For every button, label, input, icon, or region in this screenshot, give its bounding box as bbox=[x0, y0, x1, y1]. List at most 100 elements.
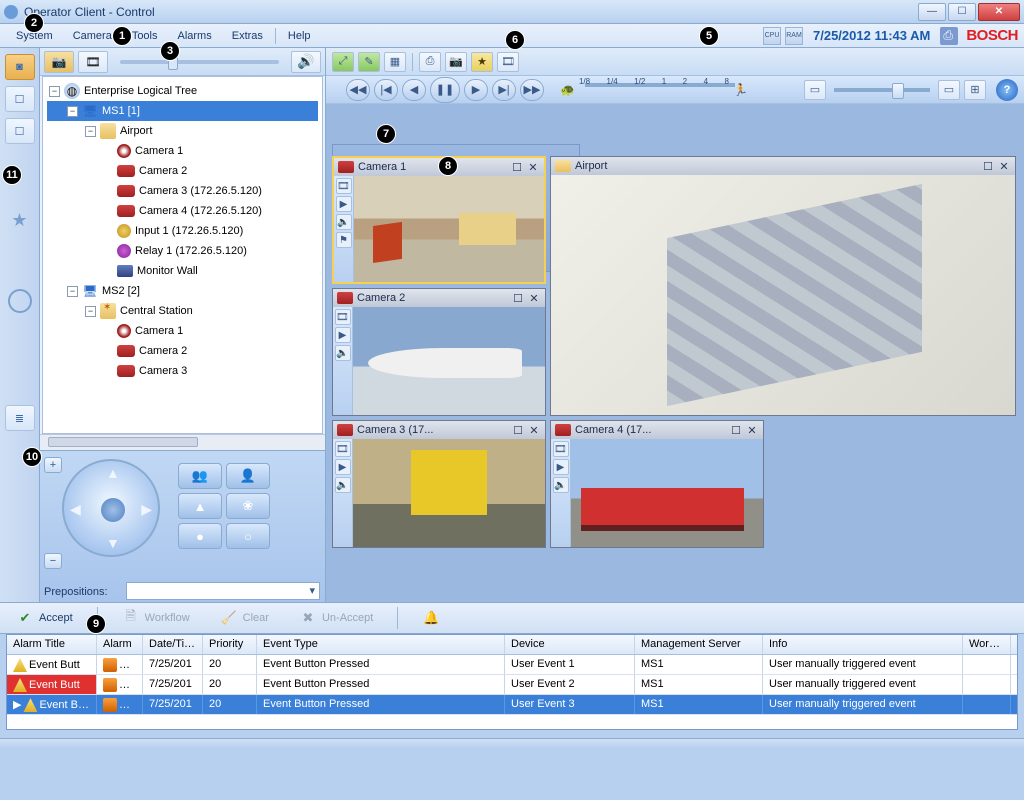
ptz-iris-open-icon[interactable]: ▲ bbox=[178, 493, 222, 519]
favorite-add-icon[interactable]: ★ bbox=[471, 52, 493, 72]
alarm-row-selected[interactable]: ▶Event Butt Acti 7/25/201 20 Event Butto… bbox=[7, 695, 1017, 715]
ptz-zoom-in[interactable]: + bbox=[44, 457, 62, 473]
tree-ms2-cam3[interactable]: Camera 3 bbox=[47, 361, 318, 381]
ptz-aux-icon[interactable]: ○ bbox=[226, 523, 270, 549]
pane-dock-icon[interactable]: ☐ bbox=[729, 424, 743, 437]
layout-slider[interactable] bbox=[834, 88, 930, 92]
ffwd-button[interactable]: ▶▶ bbox=[520, 79, 544, 101]
ptz-farfocus-icon[interactable]: 👤 bbox=[226, 463, 270, 489]
prepositions-combo[interactable] bbox=[126, 582, 320, 600]
audio-icon[interactable]: 🔈 bbox=[336, 214, 352, 230]
tree-cam2[interactable]: Camera 2 bbox=[47, 161, 318, 181]
print-layout-icon[interactable]: ⎙ bbox=[419, 52, 441, 72]
play-pause-button[interactable]: ❚❚ bbox=[430, 77, 460, 103]
layout-large-icon[interactable]: ▭ bbox=[938, 80, 960, 100]
tree-relay1[interactable]: Relay 1 (172.26.5.120) bbox=[47, 241, 318, 261]
sequence-icon[interactable]: 🎞 bbox=[497, 52, 519, 72]
collapse-icon[interactable]: − bbox=[67, 286, 78, 297]
side-tab-list[interactable]: ≣ bbox=[5, 405, 35, 431]
collapse-icon[interactable]: − bbox=[67, 106, 78, 117]
col-event-type[interactable]: Event Type bbox=[257, 635, 505, 654]
live-icon[interactable]: 🎞 bbox=[336, 178, 352, 194]
pane-dock-icon[interactable]: ☐ bbox=[511, 292, 525, 305]
tree-speaker-icon[interactable]: 🔊 bbox=[291, 51, 321, 73]
pane-dock-icon[interactable]: ☐ bbox=[511, 424, 525, 437]
compass-icon[interactable] bbox=[8, 289, 32, 313]
layout-small-icon[interactable]: ▭ bbox=[804, 80, 826, 100]
tree-cam1[interactable]: Camera 1 bbox=[47, 141, 318, 161]
ptz-zoom-out[interactable]: − bbox=[44, 553, 62, 569]
record-icon[interactable]: ▶ bbox=[335, 327, 351, 343]
minimize-button[interactable] bbox=[918, 3, 946, 21]
rewind-button[interactable]: ◀◀ bbox=[346, 79, 370, 101]
map-image[interactable] bbox=[551, 175, 1015, 415]
alarm-row[interactable]: Event Butt Acti 7/25/201 20 Event Button… bbox=[7, 675, 1017, 695]
tree-volume-slider[interactable] bbox=[120, 60, 279, 64]
pane-dock-icon[interactable]: ☐ bbox=[510, 161, 524, 174]
close-button[interactable] bbox=[978, 3, 1020, 21]
side-tab-favorites[interactable]: ☐ bbox=[5, 86, 35, 112]
pane-close-icon[interactable]: ✕ bbox=[745, 424, 759, 437]
ptz-right-icon[interactable]: ▶ bbox=[141, 501, 152, 518]
ptz-center[interactable] bbox=[101, 498, 125, 522]
alarm-row[interactable]: Event Butt Acti 7/25/201 20 Event Button… bbox=[7, 655, 1017, 675]
col-workflow[interactable]: Workflo bbox=[963, 635, 1011, 654]
back-button[interactable]: ◀ bbox=[402, 79, 426, 101]
forward-button[interactable]: ▶ bbox=[464, 79, 488, 101]
pane-close-icon[interactable]: ✕ bbox=[527, 424, 541, 437]
ptz-iris-close-icon[interactable]: ❀ bbox=[226, 493, 270, 519]
video-pane-camera-4[interactable]: Camera 4 (17... ☐✕ 🎞 ▶ 🔈 bbox=[550, 420, 764, 548]
pane-close-icon[interactable]: ✕ bbox=[997, 160, 1011, 173]
tree-ms2-cam2[interactable]: Camera 2 bbox=[47, 341, 318, 361]
tree-airport[interactable]: − Airport bbox=[47, 121, 318, 141]
edit-icon[interactable]: ✎ bbox=[358, 52, 380, 72]
tree-h-scrollbar[interactable] bbox=[40, 434, 325, 450]
alarm-unaccept-button[interactable]: ✖ Un-Accept bbox=[293, 606, 379, 630]
col-alarm-title[interactable]: Alarm Title bbox=[7, 635, 97, 654]
tree-central[interactable]: − Central Station bbox=[47, 301, 318, 321]
tree-ms2[interactable]: − 🖥 MS2 [2] bbox=[47, 281, 318, 301]
ptz-rec-icon[interactable]: ● bbox=[178, 523, 222, 549]
col-device[interactable]: Device bbox=[505, 635, 635, 654]
favorites-icon[interactable]: ★ bbox=[11, 210, 27, 231]
live-icon[interactable]: 🎞 bbox=[335, 309, 351, 325]
step-fwd-button[interactable]: ▶| bbox=[492, 79, 516, 101]
tree-toolbar-film-icon[interactable]: 🎞 bbox=[78, 51, 108, 73]
grid-icon[interactable]: ▦ bbox=[384, 52, 406, 72]
ptz-nearfocus-icon[interactable]: 👥 bbox=[178, 463, 222, 489]
pane-close-icon[interactable]: ✕ bbox=[526, 161, 540, 174]
menu-help[interactable]: Help bbox=[278, 26, 321, 46]
col-management-server[interactable]: Management Server bbox=[635, 635, 763, 654]
live-icon[interactable]: 🎞 bbox=[335, 441, 351, 457]
snapshot-icon[interactable]: 📷 bbox=[445, 52, 467, 72]
tree-cam4[interactable]: Camera 4 (172.26.5.120) bbox=[47, 201, 318, 221]
record-icon[interactable]: ▶ bbox=[335, 459, 351, 475]
side-tab-tree[interactable]: ◙ bbox=[5, 54, 35, 80]
step-back-button[interactable]: |◀ bbox=[374, 79, 398, 101]
pane-close-icon[interactable]: ✕ bbox=[527, 292, 541, 305]
alarm-workflow-button[interactable]: 🗎 Workflow bbox=[116, 606, 196, 630]
audio-icon[interactable]: 🔈 bbox=[335, 477, 351, 493]
pane-dock-icon[interactable]: ☐ bbox=[981, 160, 995, 173]
alarm-clear-button[interactable]: 🧹 Clear bbox=[214, 606, 275, 630]
ptz-joystick[interactable]: ▲ ▼ ◀ ▶ bbox=[62, 459, 160, 557]
print-icon[interactable] bbox=[940, 27, 958, 45]
map-pane-airport[interactable]: Airport ☐✕ bbox=[550, 156, 1016, 416]
col-priority[interactable]: Priority bbox=[203, 635, 257, 654]
tree-input1[interactable]: Input 1 (172.26.5.120) bbox=[47, 221, 318, 241]
record-icon[interactable]: ▶ bbox=[553, 459, 569, 475]
collapse-icon[interactable]: − bbox=[49, 86, 60, 97]
video-pane-camera-1[interactable]: Camera 1 ☐✕ 🎞 ▶ 🔈 ⚑ 8 bbox=[332, 156, 546, 284]
video-pane-camera-3[interactable]: Camera 3 (17... ☐✕ 🎞 ▶ 🔈 bbox=[332, 420, 546, 548]
ptz-up-icon[interactable]: ▲ bbox=[106, 465, 120, 481]
ptz-down-icon[interactable]: ▼ bbox=[106, 535, 120, 551]
side-tab-props[interactable]: ☐ bbox=[5, 118, 35, 144]
tree-root[interactable]: − ◍ Enterprise Logical Tree bbox=[47, 81, 318, 101]
audio-icon[interactable]: 🔈 bbox=[335, 345, 351, 361]
tree-ms2-cam1[interactable]: Camera 1 bbox=[47, 321, 318, 341]
help-icon[interactable]: ? bbox=[996, 79, 1018, 101]
col-info[interactable]: Info bbox=[763, 635, 963, 654]
tree-cam3[interactable]: Camera 3 (172.26.5.120) bbox=[47, 181, 318, 201]
tree-ms1[interactable]: − 🖥 MS1 [1] bbox=[47, 101, 318, 121]
maximize-button[interactable] bbox=[948, 3, 976, 21]
